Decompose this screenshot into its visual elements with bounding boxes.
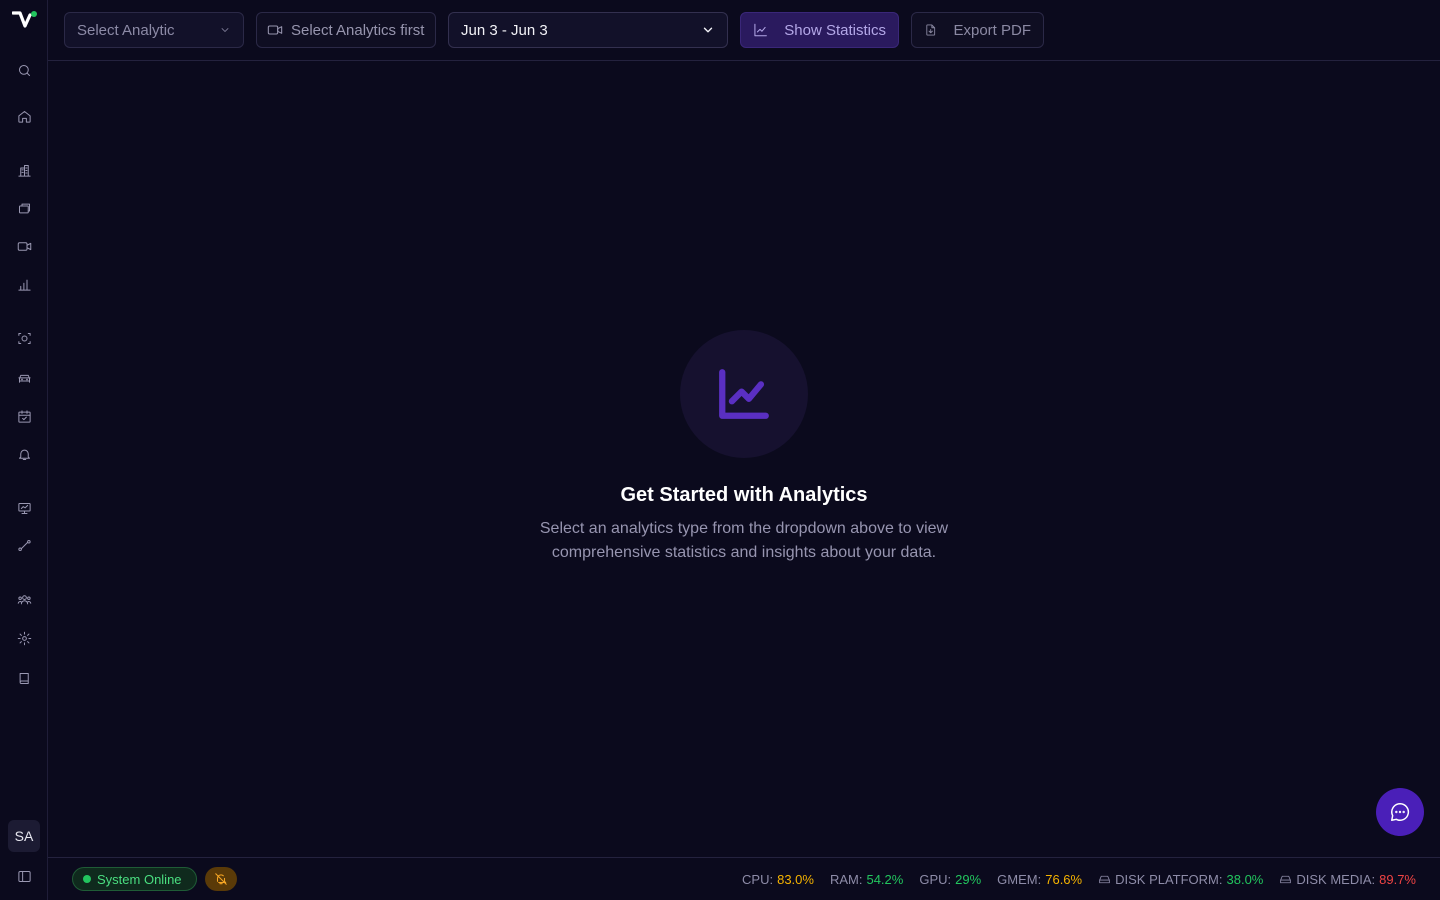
search-icon[interactable] xyxy=(14,60,34,80)
metric-cpu: CPU: 83.0% xyxy=(742,872,814,887)
sidebar-toggle-icon[interactable] xyxy=(14,866,34,886)
hard-drive-icon xyxy=(1099,875,1110,883)
bell-off-icon xyxy=(215,873,227,885)
video-camera-icon[interactable] xyxy=(14,236,34,256)
show-statistics-label: Show Statistics xyxy=(784,21,886,39)
show-statistics-button[interactable]: Show Statistics xyxy=(740,12,899,48)
chat-bubble-icon xyxy=(1391,803,1410,821)
building-icon[interactable] xyxy=(14,160,34,180)
export-pdf-label: Export PDF xyxy=(953,21,1031,39)
user-avatar[interactable]: SA xyxy=(8,820,40,852)
metric-value: 38.0% xyxy=(1226,871,1264,887)
metric-value: 76.6% xyxy=(1045,871,1083,887)
status-bar: System Online CPU: 83.0% RAM: 54.2% GPU:… xyxy=(48,857,1440,900)
sidebar: SA xyxy=(0,0,48,900)
empty-state-description: Select an analytics type from the dropdo… xyxy=(539,520,949,561)
metric-label: RAM: xyxy=(829,871,863,887)
system-metrics: CPU: 83.0% RAM: 54.2% GPU: 29% GMEM: 76.… xyxy=(742,858,1416,900)
export-pdf-button[interactable]: Export PDF xyxy=(911,12,1044,48)
metric-disk-media: DISK MEDIA: 89.7% xyxy=(1279,872,1416,887)
metric-label: CPU: xyxy=(742,871,774,887)
empty-state-icon-circle xyxy=(680,330,808,458)
chat-button[interactable] xyxy=(1376,788,1424,836)
presentation-icon[interactable] xyxy=(14,498,34,518)
date-range-value: Jun 3 - Jun 3 xyxy=(461,21,548,39)
metric-value: 83.0% xyxy=(777,871,814,887)
hard-drive-icon xyxy=(1280,875,1292,883)
date-range-picker[interactable]: Jun 3 - Jun 3 xyxy=(448,12,728,48)
layers-icon[interactable] xyxy=(14,198,34,218)
calendar-check-icon[interactable] xyxy=(14,406,34,426)
users-icon[interactable] xyxy=(14,589,34,609)
video-camera-icon xyxy=(267,25,283,35)
empty-state-title: Get Started with Analytics xyxy=(620,484,868,506)
line-chart-icon xyxy=(754,23,767,37)
system-status-text: System Online xyxy=(97,871,182,887)
toolbar: Select Analytic Select Analytics first J… xyxy=(48,0,1440,61)
app-logo[interactable] xyxy=(12,10,38,34)
metric-label: DISK MEDIA: xyxy=(1296,871,1376,887)
metric-gmem: GMEM: 76.6% xyxy=(997,872,1082,887)
file-download-icon xyxy=(926,24,936,36)
car-icon[interactable] xyxy=(14,368,34,388)
metric-value: 54.2% xyxy=(866,871,904,887)
bar-chart-icon[interactable] xyxy=(14,274,34,294)
metric-label: GMEM: xyxy=(997,871,1042,887)
bell-icon[interactable] xyxy=(14,444,34,464)
camera-select-placeholder: Select Analytics first xyxy=(291,21,425,39)
status-dot xyxy=(83,875,91,883)
metric-value: 29% xyxy=(955,871,982,887)
settings-gear-icon[interactable] xyxy=(14,628,34,648)
face-scan-icon[interactable] xyxy=(14,328,34,348)
metric-value: 89.7% xyxy=(1379,871,1416,887)
book-icon[interactable] xyxy=(14,668,34,688)
camera-select[interactable]: Select Analytics first xyxy=(256,12,436,48)
analytic-select[interactable]: Select Analytic xyxy=(64,12,244,48)
system-status-badge: System Online xyxy=(72,867,197,891)
metric-label: DISK PLATFORM: xyxy=(1115,871,1223,887)
notifications-muted-toggle[interactable] xyxy=(205,867,237,891)
metric-gpu: GPU: 29% xyxy=(919,872,981,887)
route-icon[interactable] xyxy=(14,535,34,555)
metric-ram: RAM: 54.2% xyxy=(830,872,903,887)
chevron-down-icon xyxy=(221,28,229,32)
home-icon[interactable] xyxy=(14,106,34,126)
analytic-select-placeholder: Select Analytic xyxy=(77,21,175,39)
metric-label: GPU: xyxy=(919,871,952,887)
metric-disk-platform: DISK PLATFORM: 38.0% xyxy=(1098,872,1263,887)
empty-state: Get Started with Analytics Select an ana… xyxy=(48,330,1440,565)
chevron-down-icon xyxy=(703,27,713,33)
line-chart-icon xyxy=(719,369,769,419)
